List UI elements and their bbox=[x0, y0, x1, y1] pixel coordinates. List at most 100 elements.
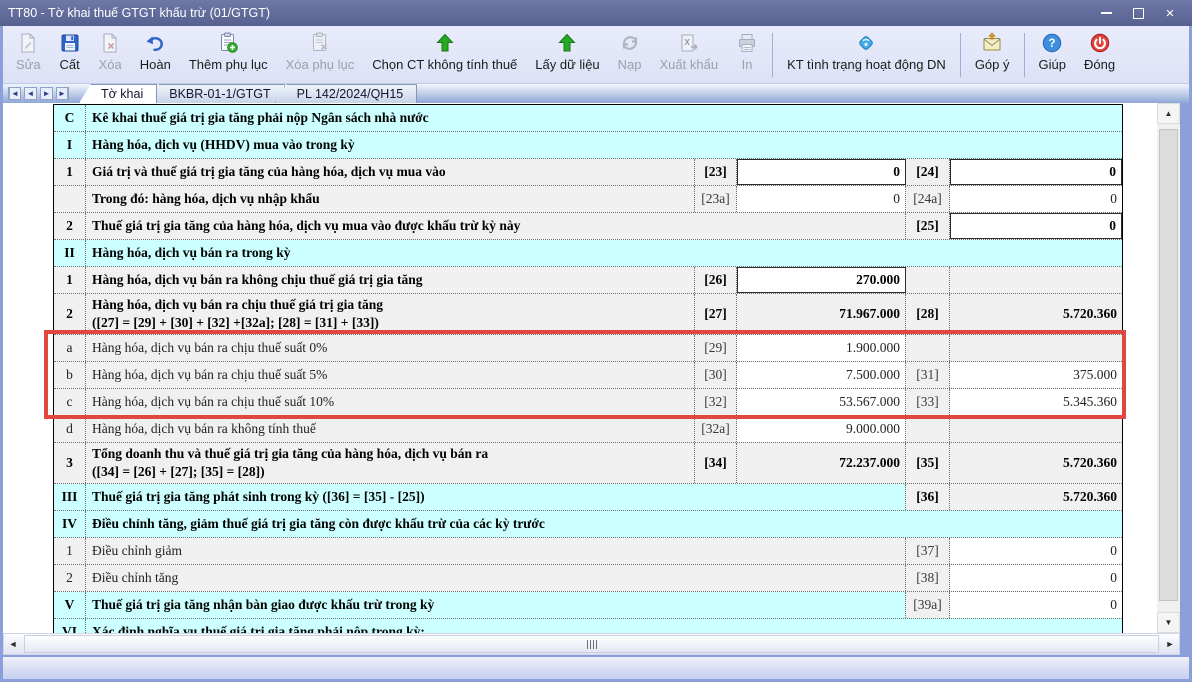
field-39a-input[interactable]: 0 bbox=[950, 592, 1122, 618]
table-row-IV: IV Điều chỉnh tăng, giảm thuế giá trị gi… bbox=[54, 511, 1122, 538]
toolbar-remove-appendix-button[interactable]: Xóa phụ lục bbox=[277, 31, 364, 73]
toolbar-undo-button[interactable]: Hoàn bbox=[131, 31, 180, 73]
horizontal-scrollbar-thumb[interactable] bbox=[24, 635, 1159, 653]
field-37-input[interactable]: 0 bbox=[950, 538, 1122, 564]
maximize-icon[interactable] bbox=[1130, 5, 1146, 21]
code-29-label: [29] bbox=[695, 335, 737, 361]
field-26-input[interactable]: 270.000 bbox=[737, 267, 906, 293]
toolbar-label: Xóa phụ lục bbox=[286, 57, 355, 72]
code-32a-label: [32a] bbox=[695, 416, 737, 442]
remove-appendix-icon bbox=[309, 32, 331, 54]
row-description: Hàng hóa, dịch vụ bán ra không tính thuế bbox=[86, 416, 695, 442]
toolbar-help-button[interactable]: ? Giúp bbox=[1030, 31, 1075, 73]
field-23a-input[interactable]: 0 bbox=[737, 186, 906, 212]
toolbar: Sửa Cất Xóa Hoàn Thêm phụ lục Xóa phụ lụ… bbox=[3, 26, 1189, 84]
toolbar-export-button[interactable]: X Xuất khẩu bbox=[651, 31, 728, 73]
field-32-input[interactable]: 53.567.000 bbox=[737, 389, 906, 415]
tab-pl-142-2024-qh15[interactable]: PL 142/2024/QH15 bbox=[275, 84, 418, 103]
table-row-IV-1: 1 Điều chỉnh giảm [37] 0 bbox=[54, 538, 1122, 565]
section-title: Thuế giá trị gia tăng nhận bàn giao được… bbox=[86, 592, 906, 618]
scroll-left-icon[interactable]: ◄ bbox=[4, 634, 22, 654]
toolbar-label: KT tình trạng hoạt động DN bbox=[787, 57, 946, 72]
field-25-input[interactable]: 0 bbox=[950, 213, 1122, 239]
toolbar-select-ct-button[interactable]: Chọn CT không tính thuế bbox=[363, 31, 526, 73]
row-number: 1 bbox=[54, 159, 86, 185]
toolbar-delete-button[interactable]: Xóa bbox=[90, 31, 131, 73]
toolbar-label: Sửa bbox=[16, 57, 41, 72]
table-row-II-3: 3 Tổng doanh thu và thuế giá trị gia tăn… bbox=[54, 443, 1122, 484]
toolbar-label: In bbox=[742, 57, 753, 72]
field-30-input[interactable]: 7.500.000 bbox=[737, 362, 906, 388]
field-36-value: 5.720.360 bbox=[950, 484, 1122, 510]
tab-scroll-buttons: ◄ ◄ ► ► bbox=[8, 87, 69, 100]
toolbar-get-data-button[interactable]: Lấy dữ liệu bbox=[526, 31, 608, 73]
field-27-value: 71.967.000 bbox=[737, 294, 906, 334]
table-row-a: a Hàng hóa, dịch vụ bán ra chịu thuế suấ… bbox=[54, 335, 1122, 362]
toolbar-close-form-button[interactable]: Đóng bbox=[1075, 31, 1124, 73]
next-tab-icon[interactable]: ► bbox=[40, 87, 53, 100]
field-29-input[interactable]: 1.900.000 bbox=[737, 335, 906, 361]
field-24a-input[interactable]: 0 bbox=[950, 186, 1122, 212]
table-row-II: II Hàng hóa, dịch vụ bán ra trong kỳ bbox=[54, 240, 1122, 267]
horizontal-scrollbar[interactable]: ◄ ► bbox=[3, 633, 1180, 655]
empty-cell bbox=[906, 335, 950, 361]
toolbar-load-button[interactable]: Nạp bbox=[609, 31, 651, 73]
vertical-scrollbar[interactable]: ▲ ▼ bbox=[1157, 103, 1180, 633]
code-25-label: [25] bbox=[906, 213, 950, 239]
table-row-c: c Hàng hóa, dịch vụ bán ra chịu thuế suấ… bbox=[54, 389, 1122, 416]
row-number: b bbox=[54, 362, 86, 388]
table-row-I-1: 1 Giá trị và thuế giá trị gia tăng của h… bbox=[54, 159, 1122, 186]
undo-icon bbox=[144, 32, 166, 54]
empty-cell bbox=[950, 335, 1122, 361]
save-icon bbox=[59, 32, 81, 54]
toolbar-separator bbox=[1024, 33, 1025, 77]
toolbar-label: Chọn CT không tính thuế bbox=[372, 57, 517, 72]
first-tab-icon[interactable]: ◄ bbox=[8, 87, 21, 100]
row-number: 2 bbox=[54, 294, 86, 334]
row-description: Hàng hóa, dịch vụ bán ra chịu thuế suất … bbox=[86, 362, 695, 388]
toolbar-label: Xuất khẩu bbox=[660, 57, 719, 72]
field-24-input[interactable]: 0 bbox=[950, 159, 1122, 185]
toolbar-check-status-button[interactable]: KT tình trạng hoạt động DN bbox=[778, 31, 955, 73]
toolbar-print-button[interactable]: In bbox=[727, 31, 767, 73]
status-bar bbox=[3, 657, 1189, 679]
last-tab-icon[interactable]: ► bbox=[56, 87, 69, 100]
field-23-input[interactable]: 0 bbox=[737, 159, 906, 185]
tab-bkbr-01-1-gtgt[interactable]: BKBR-01-1/GTGT bbox=[147, 84, 284, 103]
field-31-input[interactable]: 375.000 bbox=[950, 362, 1122, 388]
empty-cell bbox=[950, 416, 1122, 442]
code-24a-label: [24a] bbox=[906, 186, 950, 212]
row-number: d bbox=[54, 416, 86, 442]
toolbar-label: Góp ý bbox=[975, 57, 1010, 72]
form-area: C Kê khai thuế giá trị gia tăng phải nộp… bbox=[3, 103, 1157, 633]
row-description: Tổng doanh thu và thuế giá trị gia tăng … bbox=[86, 443, 695, 483]
scroll-down-icon[interactable]: ▼ bbox=[1157, 612, 1180, 633]
table-row-I: I Hàng hóa, dịch vụ (HHDV) mua vào trong… bbox=[54, 132, 1122, 159]
field-32a-input[interactable]: 9.000.000 bbox=[737, 416, 906, 442]
prev-tab-icon[interactable]: ◄ bbox=[24, 87, 37, 100]
field-33-input[interactable]: 5.345.360 bbox=[950, 389, 1122, 415]
toolbar-save-button[interactable]: Cất bbox=[50, 31, 90, 73]
row-title: Tổng doanh thu và thuế giá trị gia tăng … bbox=[92, 445, 488, 463]
field-38-input[interactable]: 0 bbox=[950, 565, 1122, 591]
minimize-icon[interactable] bbox=[1098, 5, 1114, 21]
scroll-right-icon[interactable]: ► bbox=[1161, 634, 1179, 654]
toolbar-add-appendix-button[interactable]: Thêm phụ lục bbox=[180, 31, 277, 73]
code-34-label: [34] bbox=[695, 443, 737, 483]
tab-to-khai[interactable]: Tờ khai bbox=[79, 84, 157, 103]
toolbar-edit-button[interactable]: Sửa bbox=[7, 31, 50, 73]
delete-icon bbox=[99, 32, 121, 54]
export-icon: X bbox=[678, 32, 700, 54]
close-icon[interactable]: × bbox=[1162, 5, 1178, 21]
code-38-label: [38] bbox=[906, 565, 950, 591]
toolbar-feedback-button[interactable]: Góp ý bbox=[966, 31, 1019, 73]
arrow-up-icon bbox=[556, 32, 578, 54]
code-23a-label: [23a] bbox=[695, 186, 737, 212]
help-icon: ? bbox=[1041, 32, 1063, 54]
row-number: I bbox=[54, 132, 86, 158]
row-description: Trong đó: hàng hóa, dịch vụ nhập khẩu bbox=[86, 186, 695, 212]
row-description: Thuế giá trị gia tăng của hàng hóa, dịch… bbox=[86, 213, 906, 239]
vertical-scrollbar-thumb[interactable] bbox=[1159, 129, 1178, 601]
code-31-label: [31] bbox=[906, 362, 950, 388]
scroll-up-icon[interactable]: ▲ bbox=[1157, 103, 1180, 124]
